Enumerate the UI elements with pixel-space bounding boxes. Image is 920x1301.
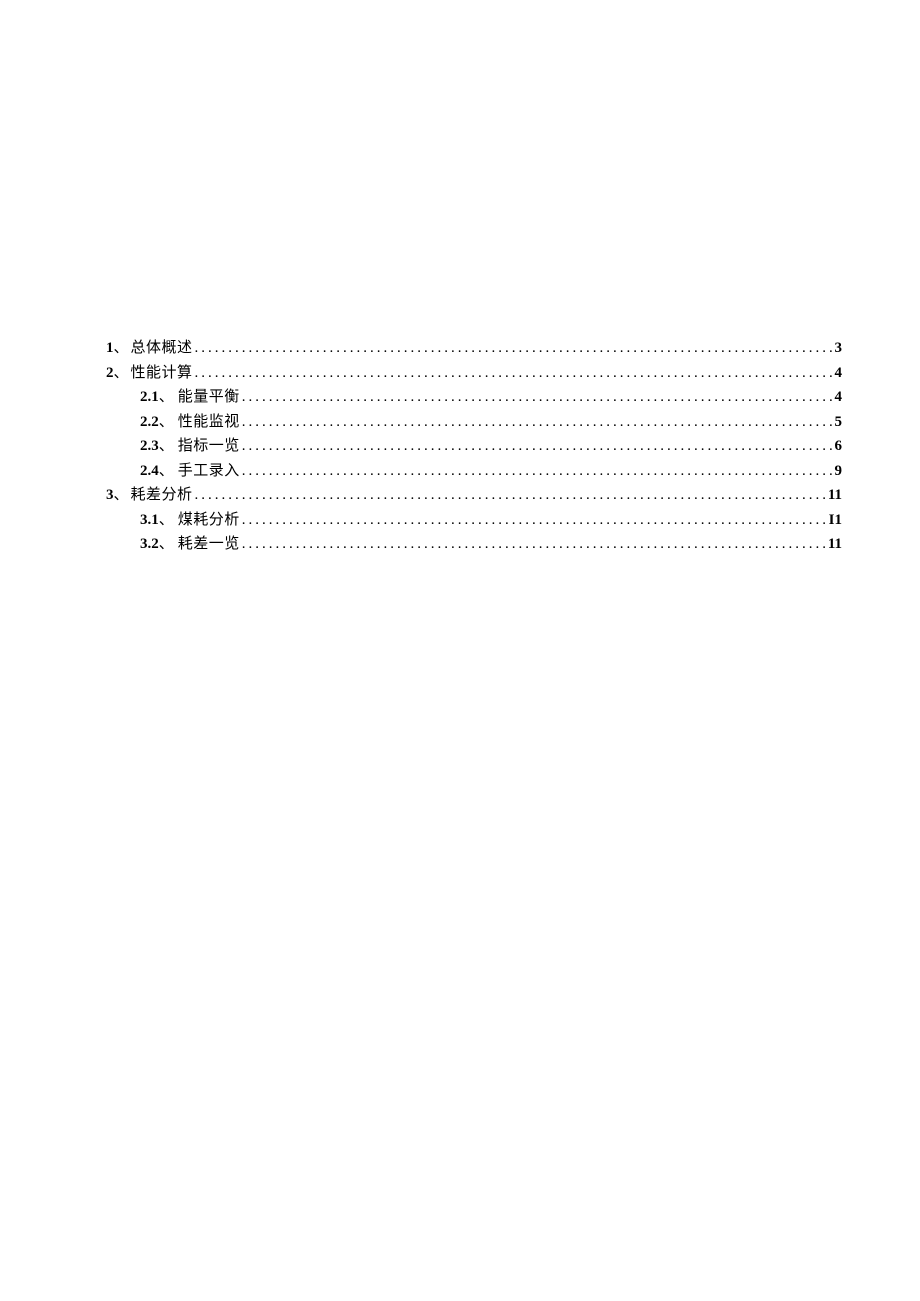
toc-entry-level2: 2.1、能量平衡 4 — [106, 385, 842, 410]
toc-number: 3.2 — [140, 532, 159, 557]
toc-leader — [242, 508, 827, 533]
toc-page: 9 — [835, 459, 843, 484]
toc-page: 11 — [828, 532, 842, 557]
toc-separator: 、 — [159, 459, 174, 484]
toc-page: 5 — [835, 410, 843, 435]
toc-entry-level1: 2、性能计算 4 — [106, 361, 842, 386]
toc-entry-level1: 3、耗差分析 11 — [106, 483, 842, 508]
toc-number: 2.3 — [140, 434, 159, 459]
toc-separator: 、 — [114, 336, 129, 361]
toc-page: 3 — [835, 336, 843, 361]
table-of-contents: 1、总体概述3 2、性能计算4 2.1、能量平衡4 2.2、性能监视5 2.3、… — [106, 336, 842, 557]
toc-entry-level2: 3.2、耗差一览 11 — [106, 532, 842, 557]
toc-entry-level2: 2.4、手工录入 9 — [106, 459, 842, 484]
toc-page: 4 — [835, 361, 843, 386]
toc-separator: 、 — [159, 508, 174, 533]
toc-title: 指标一览 — [178, 434, 240, 459]
toc-leader — [195, 336, 833, 361]
toc-title: 耗差一览 — [178, 532, 240, 557]
toc-number: 3.1 — [140, 508, 159, 533]
toc-entry-level2: 2.3、指标一览 6 — [106, 434, 842, 459]
toc-entry-level2: 3.1、煤耗分析 I1 — [106, 508, 842, 533]
toc-leader — [242, 434, 833, 459]
toc-separator: 、 — [159, 410, 174, 435]
toc-entry-level1: 1、总体概述 3 — [106, 336, 842, 361]
toc-number: 2 — [106, 361, 114, 386]
toc-separator: 、 — [159, 434, 174, 459]
toc-leader — [195, 361, 833, 386]
toc-number: 2.1 — [140, 385, 159, 410]
toc-page: 4 — [835, 385, 843, 410]
toc-number: 1 — [106, 336, 114, 361]
toc-title: 手工录入 — [178, 459, 240, 484]
toc-title: 煤耗分析 — [178, 508, 240, 533]
toc-leader — [242, 385, 833, 410]
toc-leader — [242, 532, 826, 557]
toc-separator: 、 — [159, 532, 174, 557]
toc-separator: 、 — [159, 385, 174, 410]
toc-title: 耗差分析 — [131, 483, 193, 508]
toc-title: 性能计算 — [131, 361, 193, 386]
toc-page: 6 — [835, 434, 843, 459]
toc-title: 性能监视 — [178, 410, 240, 435]
toc-page: 11 — [828, 483, 842, 508]
toc-separator: 、 — [114, 483, 129, 508]
toc-leader — [242, 459, 833, 484]
toc-number: 3 — [106, 483, 114, 508]
toc-entry-level2: 2.2、性能监视 5 — [106, 410, 842, 435]
toc-title: 总体概述 — [131, 336, 193, 361]
toc-number: 2.4 — [140, 459, 159, 484]
toc-number: 2.2 — [140, 410, 159, 435]
toc-leader — [195, 483, 826, 508]
toc-title: 能量平衡 — [178, 385, 240, 410]
toc-leader — [242, 410, 833, 435]
toc-page: I1 — [829, 508, 842, 533]
toc-separator: 、 — [114, 361, 129, 386]
